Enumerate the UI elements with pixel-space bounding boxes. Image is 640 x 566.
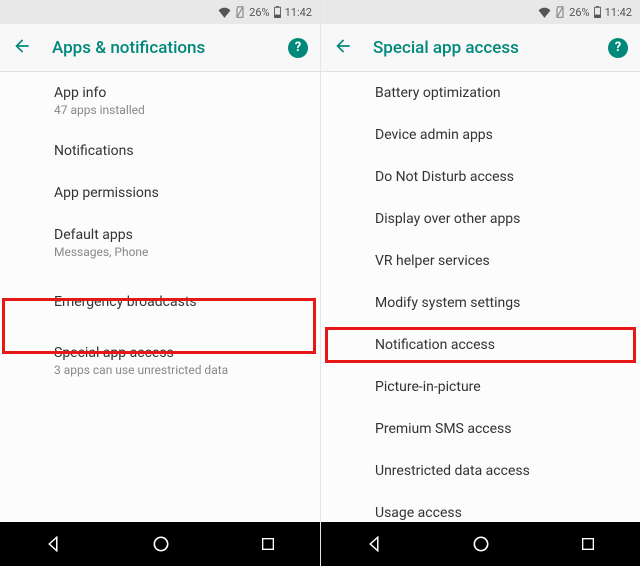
status-bar: 26% 11:42 xyxy=(321,0,640,24)
no-sim-icon xyxy=(555,6,565,18)
item-label: Special app access xyxy=(54,345,304,361)
phone-right: 26% 11:42 Special app access ? Battery o… xyxy=(320,0,640,566)
list-item-special-app-access[interactable]: Special app access 3 apps can use unrest… xyxy=(0,323,320,390)
nav-recent-icon[interactable] xyxy=(580,536,596,552)
help-icon[interactable]: ? xyxy=(608,38,628,58)
nav-home-icon[interactable] xyxy=(151,534,171,554)
item-label: App permissions xyxy=(54,185,304,201)
item-sub: 3 apps can use unrestricted data xyxy=(54,363,304,377)
list-item-modify-system-settings[interactable]: Modify system settings xyxy=(321,282,640,324)
battery-percent: 26% xyxy=(249,6,269,19)
no-sim-icon xyxy=(235,6,245,18)
battery-icon xyxy=(274,6,281,18)
nav-bar xyxy=(321,522,640,566)
help-icon[interactable]: ? xyxy=(288,38,308,58)
item-label: Do Not Disturb access xyxy=(375,169,624,185)
list-item-picture-in-picture[interactable]: Picture-in-picture xyxy=(321,366,640,408)
battery-percent: 26% xyxy=(569,6,589,19)
back-icon[interactable] xyxy=(333,36,353,60)
item-label: VR helper services xyxy=(375,253,624,269)
list-item-display-over-apps[interactable]: Display over other apps xyxy=(321,198,640,240)
nav-back-icon[interactable] xyxy=(44,535,62,553)
item-label: Default apps xyxy=(54,227,304,243)
item-label: App info xyxy=(54,85,304,101)
list-item-device-admin-apps[interactable]: Device admin apps xyxy=(321,114,640,156)
app-bar: Special app access ? xyxy=(321,24,640,72)
clock: 11:42 xyxy=(605,6,632,19)
list-item-vr-helper[interactable]: VR helper services xyxy=(321,240,640,282)
list-item-app-info[interactable]: App info 47 apps installed xyxy=(0,72,320,130)
page-title: Apps & notifications xyxy=(52,38,268,58)
item-label: Modify system settings xyxy=(375,295,624,311)
item-label: Usage access xyxy=(375,505,624,521)
nav-back-icon[interactable] xyxy=(365,535,383,553)
item-label: Notifications xyxy=(54,143,304,159)
page-title: Special app access xyxy=(373,38,588,58)
settings-list: App info 47 apps installed Notifications… xyxy=(0,72,320,522)
item-label: Emergency broadcasts xyxy=(54,294,304,310)
list-item-notification-access[interactable]: Notification access xyxy=(321,324,640,366)
item-label: Notification access xyxy=(375,337,624,353)
item-sub: Messages, Phone xyxy=(54,245,304,259)
item-label: Device admin apps xyxy=(375,127,624,143)
list-item-default-apps[interactable]: Default apps Messages, Phone xyxy=(0,214,320,272)
status-bar: 26% 11:42 xyxy=(0,0,320,24)
list-item-usage-access[interactable]: Usage access xyxy=(321,492,640,522)
app-bar: Apps & notifications ? xyxy=(0,24,320,72)
item-sub: 47 apps installed xyxy=(54,103,304,117)
list-item-battery-optimization[interactable]: Battery optimization xyxy=(321,72,640,114)
clock: 11:42 xyxy=(285,6,312,19)
wifi-icon xyxy=(218,7,231,18)
nav-bar xyxy=(0,522,320,566)
list-item-unrestricted-data[interactable]: Unrestricted data access xyxy=(321,450,640,492)
settings-list: Battery optimization Device admin apps D… xyxy=(321,72,640,522)
back-icon[interactable] xyxy=(12,36,32,60)
phone-left: 26% 11:42 Apps & notifications ? App inf… xyxy=(0,0,320,566)
nav-home-icon[interactable] xyxy=(471,534,491,554)
list-item-app-permissions[interactable]: App permissions xyxy=(0,172,320,214)
item-label: Premium SMS access xyxy=(375,421,624,437)
list-item-premium-sms[interactable]: Premium SMS access xyxy=(321,408,640,450)
nav-recent-icon[interactable] xyxy=(260,536,276,552)
item-label: Unrestricted data access xyxy=(375,463,624,479)
list-item-notifications[interactable]: Notifications xyxy=(0,130,320,172)
list-item-emergency-broadcasts[interactable]: Emergency broadcasts xyxy=(0,272,320,323)
wifi-icon xyxy=(538,7,551,18)
list-item-dnd-access[interactable]: Do Not Disturb access xyxy=(321,156,640,198)
item-label: Battery optimization xyxy=(375,85,624,101)
item-label: Display over other apps xyxy=(375,211,624,227)
battery-icon xyxy=(594,6,601,18)
item-label: Picture-in-picture xyxy=(375,379,624,395)
